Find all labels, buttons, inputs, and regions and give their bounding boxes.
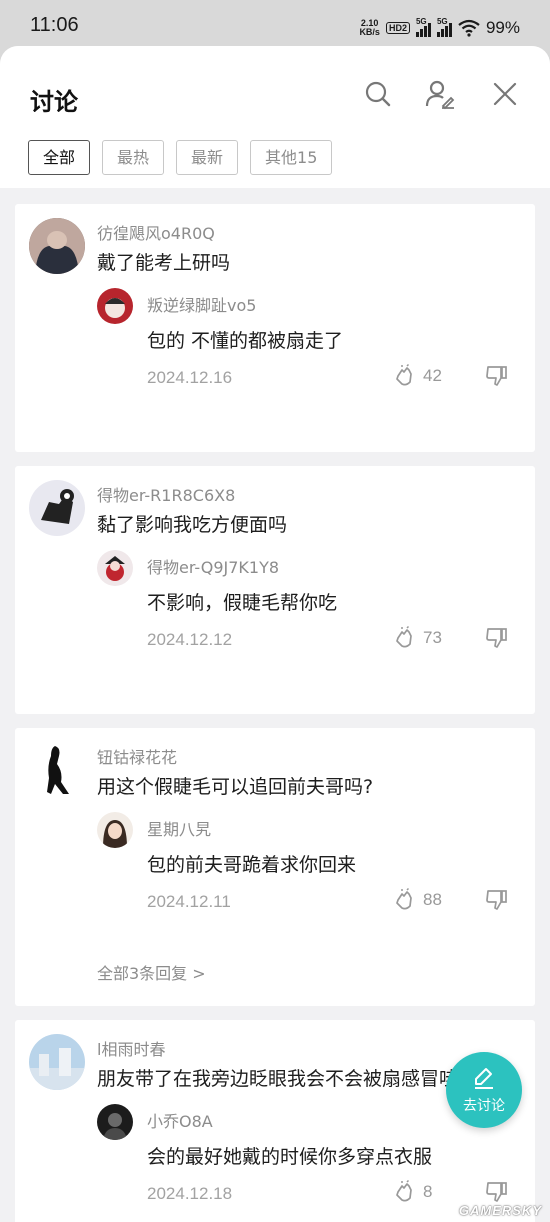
comment-username[interactable]: l相雨时春 (97, 1036, 165, 1060)
avatar[interactable] (29, 742, 85, 798)
reply-username[interactable]: 得物er-Q9J7K1Y8 (147, 554, 279, 578)
dislike-icon[interactable] (485, 364, 509, 388)
clap-icon (396, 626, 412, 648)
like-count: 73 (423, 628, 442, 647)
dislike-icon[interactable] (485, 626, 509, 650)
like-button[interactable]: 42 (393, 364, 442, 388)
like-button[interactable]: 88 (393, 888, 442, 912)
comment-card: l相雨时春 朋友带了在我旁边眨眼我会不会被扇感冒哇 小乔O8A 会的最好她戴的时… (15, 1020, 535, 1222)
reply-text: 包的前夫哥跪着求你回来 (147, 854, 357, 876)
tab-other[interactable]: 其他15 (250, 140, 333, 175)
search-icon[interactable] (362, 78, 394, 110)
reply-username[interactable]: 小乔O8A (147, 1108, 213, 1132)
reply-avatar[interactable] (97, 550, 133, 586)
watermark: GAMERSKY (458, 1203, 542, 1218)
dislike-icon[interactable] (485, 888, 509, 912)
reply-avatar[interactable] (97, 812, 133, 848)
like-button[interactable]: 8 (393, 1180, 432, 1204)
fab-label: 去讨论 (463, 1098, 505, 1114)
filter-tabs: 全部 最热 最新 其他15 (28, 140, 333, 175)
discussion-sheet: 讨论 全部 最热 最新 其他15 彷徨飓风o4R0Q 戴了能考上研吗 叛逆绿脚趾… (0, 46, 550, 1222)
tab-hot[interactable]: 最热 (102, 140, 165, 175)
comment-text: 用这个假睫毛可以追回前夫哥吗? (97, 776, 374, 798)
network-speed: 2.10 KB/s (359, 18, 380, 37)
signal-icon-2: 5G (436, 17, 452, 37)
wifi-icon (458, 19, 480, 37)
avatar[interactable] (29, 1034, 85, 1090)
sheet-header: 讨论 全部 最热 最新 其他15 (0, 46, 550, 188)
reply-username[interactable]: 叛逆绿脚趾vo5 (147, 292, 256, 316)
signal-icon: 5G (415, 17, 431, 37)
reply-username[interactable]: 星期八旯 (147, 816, 211, 840)
reply-text: 会的最好她戴的时候你多穿点衣服 (147, 1146, 433, 1168)
like-count: 42 (423, 366, 442, 385)
view-all-replies-link[interactable]: 全部3条回复 > (97, 960, 206, 984)
reply-avatar[interactable] (97, 1104, 133, 1140)
pencil-icon (475, 1068, 493, 1089)
close-icon[interactable] (489, 78, 521, 110)
like-button[interactable]: 73 (393, 626, 442, 650)
reply-text: 不影响，假睫毛帮你吃 (147, 592, 338, 614)
tab-latest[interactable]: 最新 (176, 140, 239, 175)
page-title: 讨论 (30, 88, 78, 116)
clap-icon (396, 364, 412, 386)
user-edit-icon[interactable] (424, 78, 456, 110)
reply-text: 包的 不懂的都被扇走了 (147, 330, 344, 352)
comment-username[interactable]: 钮钴禄花花 (97, 744, 177, 768)
clap-icon (396, 1180, 412, 1202)
comment-text: 戴了能考上研吗 (97, 252, 231, 274)
clap-icon (396, 888, 412, 910)
hd-badge: HD2 (385, 22, 410, 34)
comment-username[interactable]: 彷徨飓风o4R0Q (97, 220, 215, 244)
comment-date: 2024.12.16 (147, 368, 233, 387)
avatar[interactable] (29, 218, 85, 274)
avatar[interactable] (29, 480, 85, 536)
comment-text: 朋友带了在我旁边眨眼我会不会被扇感冒哇 (97, 1068, 459, 1090)
like-count: 8 (423, 1182, 433, 1201)
comment-card: 彷徨飓风o4R0Q 戴了能考上研吗 叛逆绿脚趾vo5 包的 不懂的都被扇走了 2… (15, 204, 535, 452)
dislike-icon[interactable] (485, 1180, 509, 1204)
like-count: 88 (423, 890, 442, 909)
comment-username[interactable]: 得物er-R1R8C6X8 (97, 482, 235, 506)
comment-date: 2024.12.12 (147, 630, 233, 649)
reply-avatar[interactable] (97, 288, 133, 324)
start-discussion-button[interactable]: 去讨论 (446, 1052, 522, 1128)
status-time: 11:06 (30, 14, 79, 36)
comment-card: 得物er-R1R8C6X8 黏了影响我吃方便面吗 得物er-Q9J7K1Y8 不… (15, 466, 535, 714)
comment-date: 2024.12.11 (147, 892, 231, 911)
comment-text: 黏了影响我吃方便面吗 (97, 514, 288, 536)
battery-level: 99% (485, 18, 520, 37)
tab-all[interactable]: 全部 (28, 140, 91, 175)
status-indicators: 2.10 KB/s HD2 5G 5G 99% (359, 15, 520, 41)
comment-date: 2024.12.18 (147, 1184, 233, 1203)
comment-card: 钮钴禄花花 用这个假睫毛可以追回前夫哥吗? 星期八旯 包的前夫哥跪着求你回来 2… (15, 728, 535, 1006)
